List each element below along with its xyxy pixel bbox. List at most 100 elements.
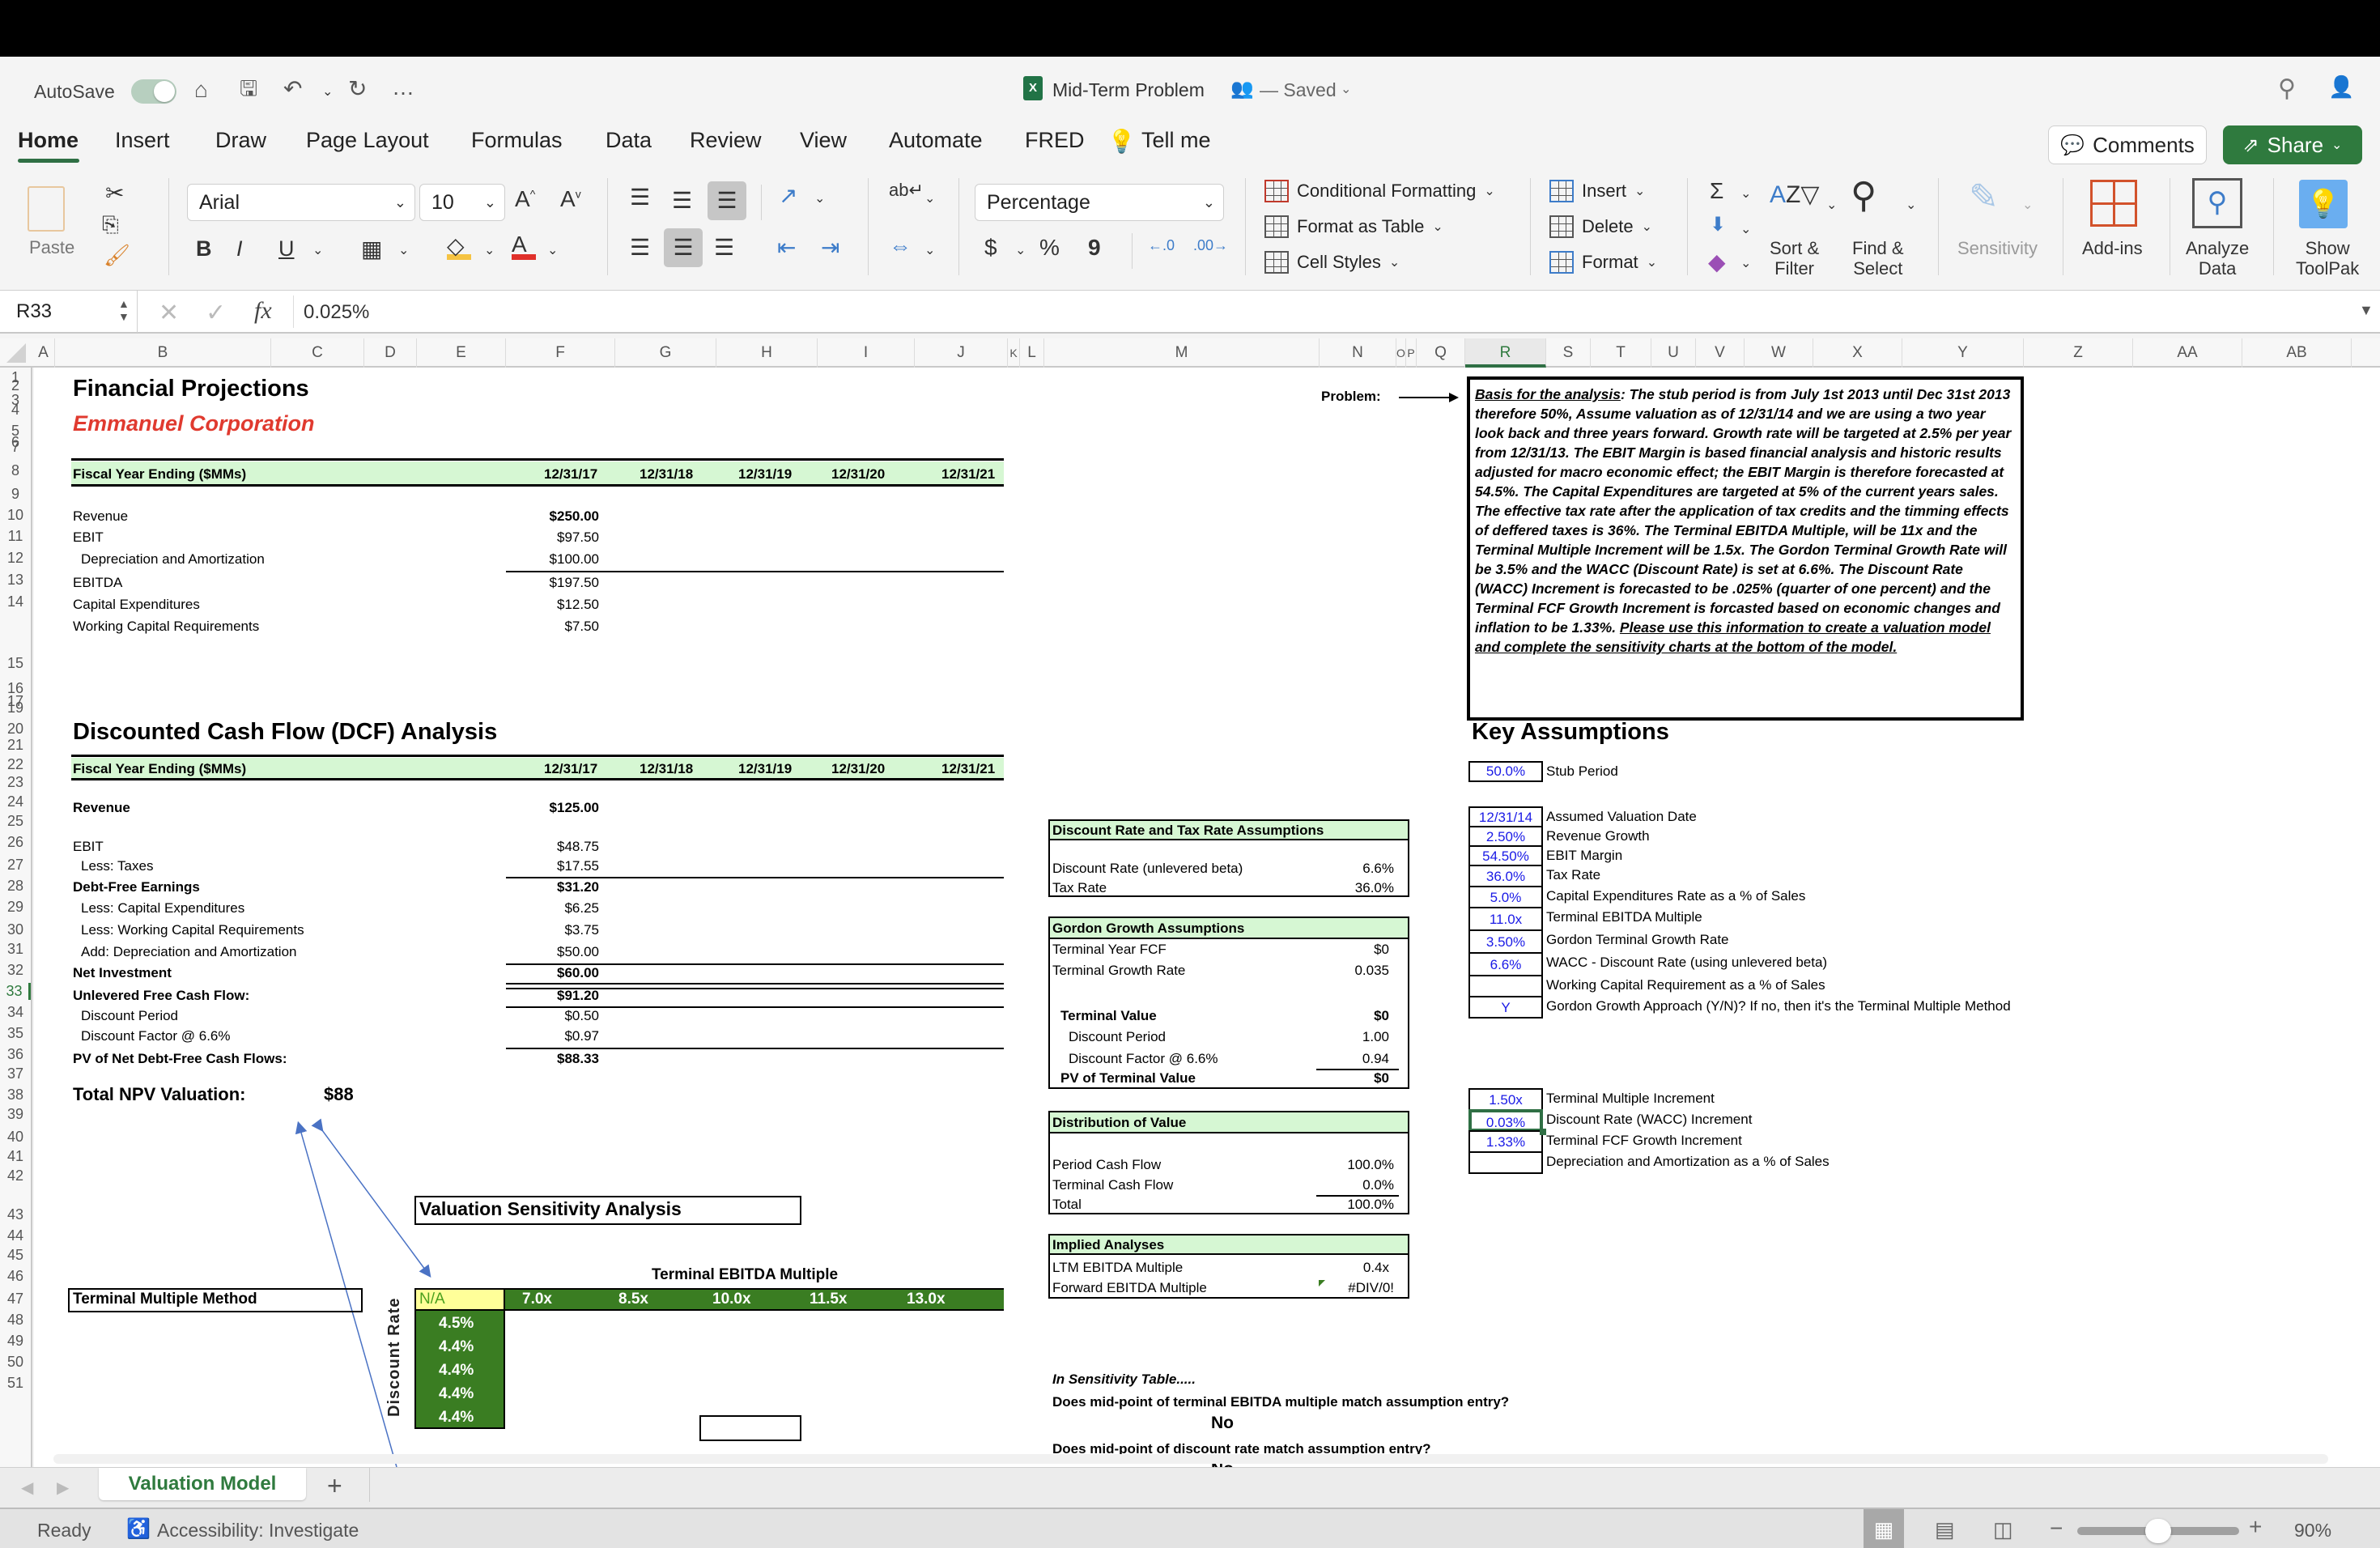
implied-value[interactable]: #DIV/0! — [1311, 1280, 1394, 1296]
assumption-input[interactable]: 6.6% — [1468, 952, 1543, 976]
assumption-input[interactable] — [1468, 975, 1543, 997]
assumption-input[interactable]: 5.0% — [1468, 886, 1543, 908]
distribution-value[interactable]: 0.0% — [1311, 1177, 1394, 1193]
prev-sheet-icon[interactable]: ◀ — [21, 1478, 33, 1498]
tab-separator — [369, 1468, 370, 1502]
gordon-value[interactable]: $0 — [1311, 1008, 1389, 1024]
rate-header[interactable]: 4.4% — [439, 1386, 474, 1402]
corner-value: N/A — [416, 1290, 504, 1309]
multiple-header[interactable]: 11.5x — [810, 1291, 848, 1308]
gordon-value[interactable]: 0.035 — [1311, 963, 1389, 979]
fill-handle[interactable] — [1540, 1129, 1546, 1135]
multiple-header[interactable]: 13.0x — [907, 1291, 946, 1308]
rate-header[interactable]: 4.4% — [439, 1339, 474, 1355]
implied-title: Implied Analyses — [1052, 1237, 1165, 1252]
distribution-label: Terminal Cash Flow — [1052, 1177, 1174, 1193]
assumption-input[interactable]: 1.33% — [1468, 1130, 1543, 1153]
assumption-label: Stub Period — [1546, 763, 1618, 779]
distribution-title: Distribution of Value — [1052, 1115, 1187, 1130]
gordon-label: Discount Period — [1069, 1029, 1167, 1044]
page-layout-view-button[interactable]: ▤ — [1935, 1517, 1955, 1542]
add-sheet-button[interactable]: + — [327, 1471, 342, 1501]
check-question: Does mid-point of terminal EBITDA multip… — [1052, 1394, 1510, 1410]
next-sheet-icon[interactable]: ▶ — [57, 1478, 69, 1498]
status-bar: Ready ♿ Accessibility: Investigate ▦ ▤ ◫… — [0, 1508, 2380, 1548]
implied-value[interactable]: 0.4x — [1311, 1260, 1389, 1276]
accessibility-status[interactable]: Accessibility: Investigate — [157, 1520, 359, 1542]
assumption-label: Tax Rate — [1052, 880, 1107, 895]
assumption-value[interactable]: 6.6% — [1311, 861, 1394, 877]
gordon-label: Discount Factor @ 6.6% — [1069, 1051, 1218, 1066]
assumption-label: Terminal FCF Growth Increment — [1546, 1133, 1742, 1148]
zoom-out-button[interactable]: − — [2050, 1516, 2063, 1542]
distribution-label: Period Cash Flow — [1052, 1157, 1162, 1172]
horizontal-scrollbar[interactable] — [53, 1454, 2328, 1464]
assumption-value[interactable]: 36.0% — [1311, 880, 1394, 896]
assumption-input[interactable]: 11.0x — [1468, 907, 1543, 931]
checks-heading: In Sensitivity Table..... — [1052, 1372, 1196, 1387]
gordon-value[interactable]: 0.94 — [1311, 1051, 1389, 1067]
row-axis-label: Discount Rate — [385, 1297, 403, 1417]
method-label: Terminal Multiple Method — [73, 1291, 257, 1308]
status-ready: Ready — [37, 1520, 91, 1541]
gordon-label: Terminal Year FCF — [1052, 942, 1167, 957]
key-assumptions-title: Key Assumptions — [1472, 719, 1669, 745]
gordon-value[interactable]: $0 — [1311, 1070, 1389, 1087]
assumption-input[interactable]: 3.50% — [1468, 929, 1543, 954]
assumption-input[interactable]: 2.50% — [1468, 826, 1543, 847]
assumption-input[interactable]: 12/31/14 — [1468, 806, 1543, 827]
assumption-label: Discount Rate (WACC) Increment — [1546, 1112, 1753, 1127]
implied-label: Forward EBITDA Multiple — [1052, 1280, 1207, 1295]
zoom-slider[interactable] — [2077, 1519, 2239, 1543]
zoom-level[interactable]: 90% — [2294, 1520, 2331, 1542]
zoom-slider-thumb[interactable] — [2145, 1519, 2171, 1543]
assumption-input[interactable]: 1.50x — [1468, 1088, 1543, 1111]
multiple-header[interactable]: 8.5x — [618, 1291, 648, 1308]
implied-label: LTM EBITDA Multiple — [1052, 1260, 1184, 1275]
gordon-label: Terminal Value — [1060, 1008, 1157, 1023]
selected-cell-r33[interactable]: 0.03% — [1468, 1109, 1543, 1132]
rate-header[interactable]: 4.5% — [439, 1316, 474, 1332]
normal-view-button[interactable]: ▦ — [1864, 1509, 1904, 1548]
distribution-value[interactable]: 100.0% — [1311, 1197, 1394, 1213]
assumption-input[interactable]: 54.50% — [1468, 845, 1543, 866]
assumption-input[interactable]: Y — [1468, 996, 1543, 1019]
assumption-input[interactable]: 36.0% — [1468, 865, 1543, 887]
assumption-label: Tax Rate — [1546, 867, 1601, 882]
gordon-label: Terminal Growth Rate — [1052, 963, 1186, 978]
assumption-label: Depreciation and Amortization as a % of … — [1546, 1154, 1830, 1169]
multiple-header[interactable]: 7.0x — [522, 1291, 552, 1308]
midpoint-cell-box[interactable] — [699, 1415, 801, 1441]
assumption-label: Gordon Growth Approach (Y/N)? If no, the… — [1546, 998, 2011, 1014]
trace-arrow-line — [311, 1118, 431, 1278]
sensitivity-corner[interactable]: N/A — [414, 1288, 505, 1311]
check-answer[interactable]: No — [1211, 1414, 1234, 1431]
gordon-label: PV of Terminal Value — [1060, 1070, 1196, 1086]
rate-header[interactable]: 4.4% — [439, 1363, 474, 1379]
multiple-header[interactable]: 10.0x — [712, 1291, 751, 1308]
excel-window: AutoSave ⌂ 🖫 ↶ ⌄ ↻ … X Mid-Term Problem … — [0, 57, 2380, 1548]
gordon-value[interactable]: 1.00 — [1311, 1029, 1389, 1045]
sheet-tab-valuation-model[interactable]: Valuation Model — [99, 1468, 306, 1500]
zoom-in-button[interactable]: + — [2249, 1514, 2262, 1540]
discount-tax-title: Discount Rate and Tax Rate Assumptions — [1052, 823, 1324, 838]
distribution-value[interactable]: 100.0% — [1311, 1157, 1394, 1173]
assumption-label: Working Capital Requirement as a % of Sa… — [1546, 977, 1825, 993]
assumption-label: Capital Expenditures Rate as a % of Sale… — [1546, 888, 1806, 904]
assumption-label: EBIT Margin — [1546, 848, 1623, 863]
trace-arrows — [295, 1118, 431, 1468]
assumption-input[interactable]: 50.0% — [1468, 761, 1543, 782]
sheet-tab-bar: ◀ ▶ Valuation Model + — [0, 1467, 2380, 1508]
accessibility-icon[interactable]: ♿ — [126, 1517, 151, 1541]
page-break-view-button[interactable]: ◫ — [1993, 1517, 2013, 1542]
assumption-label: Discount Rate (unlevered beta) — [1052, 861, 1243, 876]
assumption-label: Terminal Multiple Increment — [1546, 1091, 1715, 1106]
sensitivity-title: Valuation Sensitivity Analysis — [419, 1198, 682, 1219]
gordon-title: Gordon Growth Assumptions — [1052, 921, 1245, 936]
assumption-input[interactable] — [1468, 1151, 1543, 1174]
gordon-value[interactable]: $0 — [1311, 942, 1389, 958]
assumption-label: Terminal EBITDA Multiple — [1546, 909, 1702, 925]
rate-header[interactable]: 4.4% — [439, 1410, 474, 1426]
assumption-label: Assumed Valuation Date — [1546, 809, 1697, 824]
col-axis-label: Terminal EBITDA Multiple — [651, 1266, 839, 1283]
